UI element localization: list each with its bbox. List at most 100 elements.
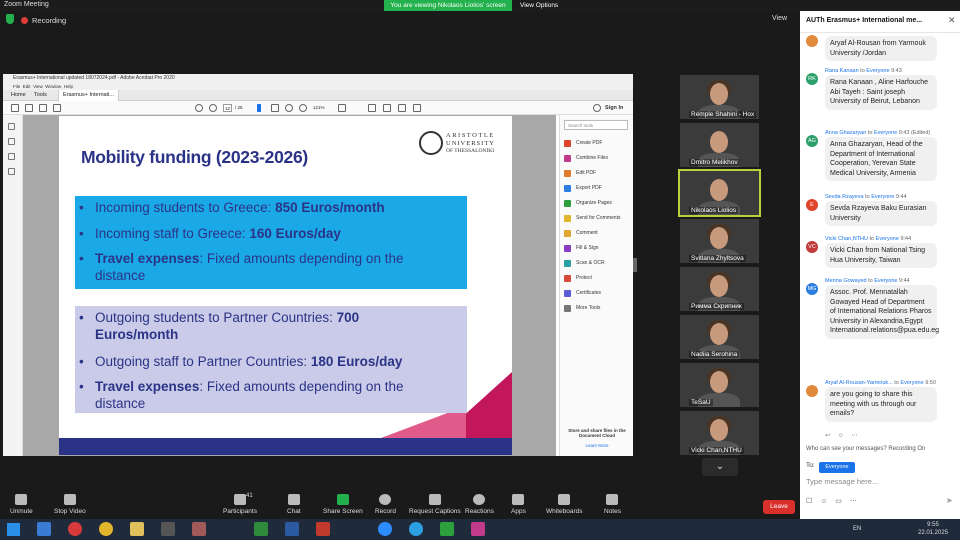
media-icon[interactable] bbox=[161, 522, 175, 536]
excel-icon[interactable] bbox=[254, 522, 268, 536]
menu-edit[interactable]: Edit bbox=[23, 84, 31, 89]
tab-tools[interactable]: Tools bbox=[30, 90, 51, 101]
menu-help[interactable]: Help bbox=[64, 84, 73, 89]
view-options-button[interactable]: View Options bbox=[520, 0, 558, 11]
avatar: E bbox=[806, 199, 818, 211]
pages-icon[interactable] bbox=[8, 123, 15, 130]
fit-page-icon[interactable] bbox=[338, 104, 346, 112]
zoom-level[interactable]: 121% bbox=[313, 105, 325, 110]
participant-video[interactable]: Dmitro Melikhov bbox=[680, 123, 759, 167]
word-icon[interactable] bbox=[285, 522, 299, 536]
leave-button[interactable]: Leave bbox=[763, 500, 795, 514]
folder-icon[interactable] bbox=[130, 522, 144, 536]
recipient-dropdown[interactable]: Everyone bbox=[819, 462, 855, 473]
tool-fill-sign[interactable]: Fill & Sign bbox=[564, 244, 599, 253]
menu-file[interactable]: File bbox=[13, 84, 20, 89]
layers-icon[interactable] bbox=[8, 168, 15, 175]
app-icon[interactable] bbox=[440, 522, 454, 536]
attachment-icon[interactable] bbox=[8, 153, 15, 160]
shield-icon[interactable] bbox=[6, 14, 14, 24]
who-can-see-notice[interactable]: Who can see your messages? Recording On bbox=[806, 446, 925, 452]
send-icon[interactable]: ➤ bbox=[946, 496, 953, 505]
opera-icon[interactable] bbox=[68, 522, 82, 536]
stop-video-button[interactable]: Stop Video bbox=[54, 494, 86, 515]
participant-video[interactable]: Svitlana Zhyltsova bbox=[680, 219, 759, 263]
tool-comment[interactable]: Comment bbox=[564, 229, 598, 238]
tool-edit-pdf[interactable]: Edit PDF bbox=[564, 169, 596, 178]
message-actions[interactable]: ↩ ☺ ⋯ bbox=[825, 432, 861, 439]
apps-button[interactable]: Apps bbox=[511, 494, 526, 515]
zoom-in-icon[interactable] bbox=[299, 104, 307, 112]
message-sender[interactable]: Rana Kanaan bbox=[825, 68, 859, 74]
tool-scan-ocr[interactable]: Scan & OCR bbox=[564, 259, 605, 268]
learn-more-link[interactable]: Learn More bbox=[564, 443, 630, 448]
app-icon[interactable] bbox=[192, 522, 206, 536]
notes-button[interactable]: Notes bbox=[604, 494, 621, 515]
sign-icon[interactable] bbox=[413, 104, 421, 112]
message-time: 9:43 bbox=[891, 68, 902, 74]
participant-video[interactable]: Римма Скрипник bbox=[680, 267, 759, 311]
tab-home[interactable]: Home bbox=[7, 90, 30, 101]
star-icon[interactable] bbox=[11, 104, 19, 112]
message-sender[interactable]: Menna Gowayed bbox=[825, 278, 867, 284]
hand-tool-icon[interactable] bbox=[271, 104, 279, 112]
sign-in-button[interactable]: Sign In bbox=[605, 105, 623, 111]
request-captions-button[interactable]: Request Captions bbox=[409, 494, 461, 515]
language-indicator[interactable]: EN bbox=[853, 526, 861, 532]
page-up-icon[interactable] bbox=[195, 104, 203, 112]
participant-video[interactable]: Vicki Chan,NTHU bbox=[680, 411, 759, 455]
tool-send-for-comments[interactable]: Send for Comments bbox=[564, 214, 620, 223]
app-icon[interactable] bbox=[471, 522, 485, 536]
record-button[interactable]: Record bbox=[375, 494, 396, 515]
message-sender[interactable]: Vicki Chan,NTHU bbox=[825, 236, 868, 242]
tool-certificates[interactable]: Certificates bbox=[564, 289, 601, 298]
tool-more-tools[interactable]: More Tools bbox=[564, 304, 600, 313]
chat-message-input[interactable]: Type message here... bbox=[806, 477, 954, 491]
page-down-icon[interactable] bbox=[209, 104, 217, 112]
print-icon[interactable] bbox=[39, 104, 47, 112]
page-number-field[interactable]: 12 bbox=[223, 104, 232, 112]
tool-organize-pages[interactable]: Organize Pages bbox=[564, 199, 612, 208]
windows-start-icon[interactable] bbox=[7, 523, 20, 536]
search-icon[interactable] bbox=[53, 104, 61, 112]
zoom-out-icon[interactable] bbox=[285, 104, 293, 112]
close-icon[interactable]: ✕ bbox=[948, 15, 956, 26]
unmute-button[interactable]: Unmute bbox=[10, 494, 33, 515]
search-tools-input[interactable]: Search tools bbox=[564, 120, 628, 130]
whiteboards-button[interactable]: Whiteboards bbox=[546, 494, 583, 515]
help-icon[interactable] bbox=[593, 104, 601, 112]
view-button[interactable]: View bbox=[772, 15, 787, 22]
select-tool-icon[interactable] bbox=[257, 104, 265, 112]
tool-combine-files[interactable]: Combine Files bbox=[564, 154, 608, 163]
tool-create-pdf[interactable]: Create PDF bbox=[564, 139, 602, 148]
message-sender[interactable]: Sevda Rzayeva bbox=[825, 194, 864, 200]
participant-video[interactable]: Rémple Shahini - Hox bbox=[680, 75, 759, 119]
acrobat-icon[interactable] bbox=[316, 522, 330, 536]
telegram-icon[interactable] bbox=[409, 522, 423, 536]
tool-protect[interactable]: Protect bbox=[564, 274, 592, 283]
message-sender[interactable]: Aryaf Al-Rousan-Yarmouk... bbox=[825, 380, 893, 386]
splitter-handle[interactable] bbox=[633, 258, 637, 272]
save-icon[interactable] bbox=[25, 104, 33, 112]
participant-video[interactable]: TeSaU bbox=[680, 363, 759, 407]
message-sender[interactable]: Anna Ghazaryan bbox=[825, 130, 866, 136]
active-speaker-video[interactable]: Nikolaos Liolios bbox=[678, 169, 761, 217]
bookmark-icon[interactable] bbox=[8, 138, 15, 145]
chevron-down-icon[interactable]: ⌄ bbox=[702, 458, 738, 476]
comment-icon[interactable] bbox=[368, 104, 376, 112]
reactions-button[interactable]: Reactions bbox=[465, 494, 494, 515]
participant-video[interactable]: Nadiia Serohina bbox=[680, 315, 759, 359]
share-screen-button[interactable]: Share Screen bbox=[323, 494, 363, 515]
zoom-icon[interactable] bbox=[378, 522, 392, 536]
menu-window[interactable]: Window bbox=[45, 84, 61, 89]
pen-icon[interactable] bbox=[383, 104, 391, 112]
highlight-icon[interactable] bbox=[398, 104, 406, 112]
chat-button[interactable]: Chat bbox=[287, 494, 301, 515]
tool-export-pdf[interactable]: Export PDF bbox=[564, 184, 602, 193]
chrome-icon[interactable] bbox=[99, 522, 113, 536]
tab-document[interactable]: Erasmus+ Internati... bbox=[58, 90, 119, 101]
app-icon[interactable] bbox=[37, 522, 51, 536]
system-clock[interactable]: 9:55 22.01.2025 bbox=[918, 521, 948, 537]
menu-view[interactable]: View bbox=[33, 84, 43, 89]
chat-format-tools[interactable]: ☐ ☺ ▭ ⋯ bbox=[806, 497, 860, 505]
